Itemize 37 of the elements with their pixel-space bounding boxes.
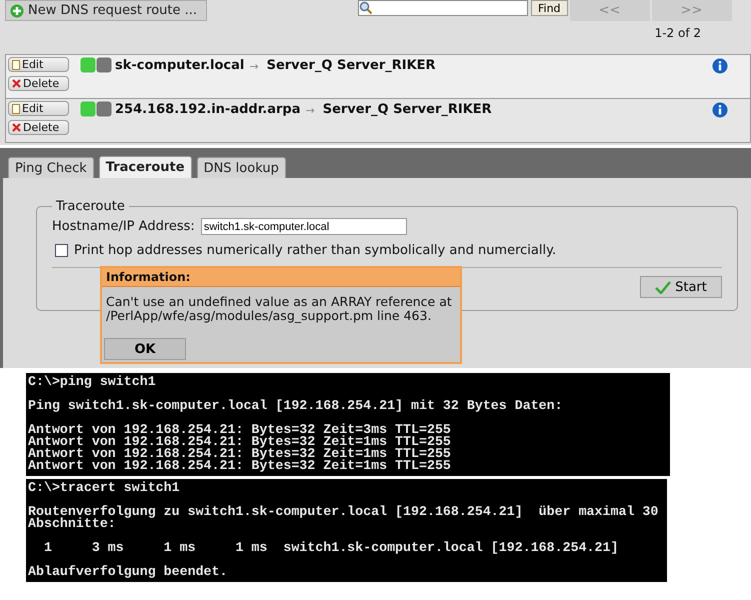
checkbox-label: Print hop addresses numerically rather than symbolically and numercially. xyxy=(74,243,556,258)
checkbox[interactable] xyxy=(55,244,68,257)
start-button[interactable]: Start xyxy=(640,276,722,298)
route-servers: Server_Q Server_RIKER xyxy=(322,102,492,117)
route-arrow: → xyxy=(305,104,315,117)
toggle-switch-icon[interactable] xyxy=(80,57,112,73)
dialog-title: Information: xyxy=(102,268,460,287)
tab[interactable]: Traceroute xyxy=(98,156,192,178)
plus-icon xyxy=(10,4,24,18)
host-input[interactable]: switch1.sk-computer.local xyxy=(200,218,407,235)
tab[interactable]: Ping Check xyxy=(8,157,94,178)
dialog-message: Can't use an undefined value as an ARRAY reference at /PerlApp/wfe/asg/modules/asg_support.pm line 463. xyxy=(105,293,453,323)
new-route-button[interactable]: New DNS request route ... xyxy=(5,0,207,21)
ok-button[interactable]: OK xyxy=(104,338,186,360)
cross-icon xyxy=(12,123,21,132)
delete-button[interactable]: Delete xyxy=(8,76,69,91)
toggle-switch-icon[interactable] xyxy=(80,101,112,117)
route-arrow: → xyxy=(249,60,259,73)
checkmark-icon xyxy=(655,280,672,294)
info-icon[interactable] xyxy=(712,58,728,74)
host-label: Hostname/IP Address: xyxy=(52,219,195,234)
route-servers: Server_Q Server_RIKER xyxy=(266,58,436,73)
delete-button[interactable]: Delete xyxy=(8,120,69,135)
page-count: 1-2 of 2 xyxy=(654,26,701,40)
console-output: C:\>ping switch1 Ping switch1.sk-computer.local [192.168.254.21] mit 32 Bytes Daten: Antwort von 192.168.254.21: Bytes=32 Zeit=3ms TTL=255 Antwort von 192.168.254.21: Bytes=32 Zeit=1ms TTL=255 Antwort von 192.168.254.21: Bytes=32 Zeit=1ms TTL=255 Antwort von 192.168.254.21: Bytes=32 Zeit=1ms TTL=255 xyxy=(26,373,670,476)
edit-button[interactable]: Edit xyxy=(8,101,69,116)
find-button[interactable]: Find xyxy=(531,0,568,16)
search-icon xyxy=(359,1,373,15)
cross-icon xyxy=(12,79,21,88)
edit-button[interactable]: Edit xyxy=(8,57,69,72)
console-output: C:\>tracert switch1 Routenverfolgung zu switch1.sk-computer.local [192.168.254.21] über maximal 30 Abschnitte: 1 3 ms 1 ms 1 ms switch1.sk-computer.local [192.168.254.21] Ablaufverfolgung beendet. xyxy=(26,479,667,582)
route-domain: sk-computer.local xyxy=(115,58,244,73)
info-icon[interactable] xyxy=(712,102,728,118)
route-domain: 254.168.192.in-addr.arpa xyxy=(115,102,300,117)
group-legend: Traceroute xyxy=(52,199,129,214)
tab[interactable]: DNS lookup xyxy=(196,157,286,178)
search-field[interactable] xyxy=(358,0,528,16)
